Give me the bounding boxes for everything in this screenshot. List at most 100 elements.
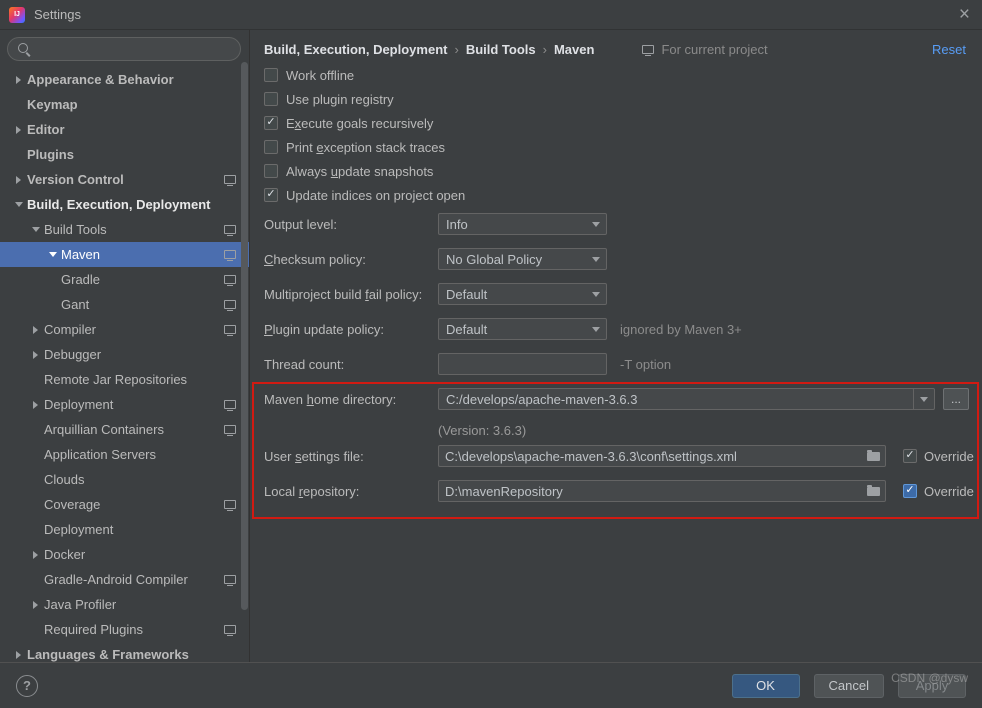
chevron-down-icon[interactable]: [913, 389, 934, 409]
sidebar-item-coverage[interactable]: Coverage: [0, 492, 249, 517]
checkbox-box-icon[interactable]: ✓: [264, 188, 278, 202]
help-icon[interactable]: ?: [16, 674, 38, 697]
chevron-down-icon[interactable]: [44, 242, 61, 267]
cancel-button[interactable]: Cancel: [813, 673, 884, 698]
sidebar-item-remote-jar-repositories[interactable]: Remote Jar Repositories: [0, 367, 249, 392]
sidebar-item-docker[interactable]: Docker: [0, 542, 249, 567]
override-checkbox-icon[interactable]: ✓: [903, 449, 917, 463]
chevron-right-icon[interactable]: [27, 392, 44, 417]
chevron-right-icon[interactable]: [10, 117, 27, 142]
dialog-footer: ? OK Cancel Apply: [0, 662, 982, 708]
breadcrumb: Build, Execution, Deployment › Build Too…: [250, 30, 982, 59]
checkbox-label: Always update snapshots: [286, 163, 434, 179]
thread-count-label: Thread count:: [264, 356, 345, 372]
breadcrumb-build-execution-deployment[interactable]: Build, Execution, Deployment: [264, 42, 447, 57]
sidebar-item-compiler[interactable]: Compiler: [0, 317, 249, 342]
breadcrumb-build-tools[interactable]: Build Tools: [466, 42, 536, 57]
override-label: Override: [924, 448, 974, 464]
checkbox-work-offline[interactable]: Work offline: [250, 63, 982, 87]
sidebar-item-gradle[interactable]: Gradle: [0, 267, 249, 292]
sidebar-item-build-tools[interactable]: Build Tools: [0, 217, 249, 242]
scope-label: For current project: [661, 41, 768, 57]
reset-link[interactable]: Reset: [932, 42, 966, 57]
thread-count-input[interactable]: [438, 353, 607, 375]
sidebar-scrollbar[interactable]: [241, 62, 248, 610]
chevron-down-icon: [586, 214, 606, 234]
checksum-policy-row: Checksum policy: No Global Policy: [250, 248, 982, 270]
chevron-down-icon: [586, 319, 606, 339]
dropdown-value: No Global Policy: [446, 251, 543, 267]
user-settings-override[interactable]: ✓ Override: [903, 449, 974, 464]
sidebar-item-deployment[interactable]: Deployment: [0, 392, 249, 417]
thread-count-row: Thread count: -T option: [250, 353, 982, 375]
sidebar-item-application-servers[interactable]: Application Servers: [0, 442, 249, 467]
scope-indicator: For current project: [642, 41, 768, 57]
monitor-icon: [224, 325, 236, 336]
sidebar-item-required-plugins[interactable]: Required Plugins: [0, 617, 249, 642]
check-icon: ✓: [266, 116, 276, 128]
check-icon: ✓: [905, 449, 915, 461]
chevron-right-icon[interactable]: [10, 67, 27, 92]
override-checkbox-icon[interactable]: ✓: [903, 484, 917, 498]
checkbox-always-update-snapshots[interactable]: Always update snapshots: [250, 159, 982, 183]
sidebar-item-languages-frameworks[interactable]: Languages & Frameworks: [0, 642, 249, 662]
chevron-right-icon[interactable]: [10, 642, 27, 662]
sidebar-item-deployment-2[interactable]: Deployment: [0, 517, 249, 542]
search-input[interactable]: [37, 41, 231, 57]
sidebar-item-editor[interactable]: Editor: [0, 117, 249, 142]
dropdown-value: Default: [446, 321, 488, 337]
checkbox-box-icon[interactable]: ✓: [264, 116, 278, 130]
sidebar-item-gradle-android-compiler[interactable]: Gradle-Android Compiler: [0, 567, 249, 592]
local-repository-label: Local repository:: [264, 483, 360, 499]
chevron-right-icon[interactable]: [27, 342, 44, 367]
monitor-icon: [224, 300, 236, 311]
sidebar-item-java-profiler[interactable]: Java Profiler: [0, 592, 249, 617]
checkbox-print-exception-stack-traces[interactable]: Print exception stack traces: [250, 135, 982, 159]
fail-policy-dropdown[interactable]: Default: [438, 283, 607, 305]
checkbox-box-icon[interactable]: [264, 140, 278, 154]
chevron-right-icon[interactable]: [27, 317, 44, 342]
ok-button[interactable]: OK: [731, 673, 800, 698]
maven-home-combobox[interactable]: C:/develops/apache-maven-3.6.3: [438, 388, 935, 410]
monitor-icon: [224, 425, 236, 436]
checkbox-box-icon[interactable]: [264, 92, 278, 106]
browse-button[interactable]: ...: [943, 388, 969, 410]
search-box[interactable]: [7, 37, 241, 61]
local-repository-input[interactable]: [438, 480, 886, 502]
chevron-down-icon[interactable]: [10, 192, 27, 217]
sidebar-item-clouds[interactable]: Clouds: [0, 467, 249, 492]
monitor-icon: [224, 250, 236, 261]
sidebar-item-appearance-behavior[interactable]: Appearance & Behavior: [0, 67, 249, 92]
checkbox-box-icon[interactable]: [264, 164, 278, 178]
sidebar-item-maven[interactable]: Maven: [0, 242, 249, 267]
checkbox-use-plugin-registry[interactable]: Use plugin registry: [250, 87, 982, 111]
output-level-dropdown[interactable]: Info: [438, 213, 607, 235]
chevron-right-icon[interactable]: [10, 167, 27, 192]
sidebar-item-keymap[interactable]: Keymap: [0, 92, 249, 117]
monitor-icon: [224, 575, 236, 586]
sidebar-item-gant[interactable]: Gant: [0, 292, 249, 317]
checkbox-execute-goals-recursively[interactable]: ✓ Execute goals recursively: [250, 111, 982, 135]
checksum-policy-dropdown[interactable]: No Global Policy: [438, 248, 607, 270]
chevron-right-icon[interactable]: [27, 542, 44, 567]
checkbox-box-icon[interactable]: [264, 68, 278, 82]
chevron-right-icon[interactable]: [27, 592, 44, 617]
sidebar-item-arquillian-containers[interactable]: Arquillian Containers: [0, 417, 249, 442]
folder-icon[interactable]: [867, 450, 880, 461]
folder-icon[interactable]: [867, 485, 880, 496]
chevron-down-icon[interactable]: [27, 217, 44, 242]
sidebar-item-plugins[interactable]: Plugins: [0, 142, 249, 167]
sidebar-item-version-control[interactable]: Version Control: [0, 167, 249, 192]
thread-count-hint: -T option: [620, 356, 672, 372]
sidebar-item-build-execution-deployment[interactable]: Build, Execution, Deployment: [0, 192, 249, 217]
sidebar-item-debugger[interactable]: Debugger: [0, 342, 249, 367]
plugin-update-policy-dropdown[interactable]: Default: [438, 318, 607, 340]
titlebar: IJ Settings ×: [0, 0, 982, 30]
close-icon[interactable]: ×: [959, 5, 970, 24]
local-repository-override[interactable]: ✓ Override: [903, 484, 974, 499]
fail-policy-row: Multiproject build fail policy: Default: [250, 283, 982, 305]
checkbox-update-indices-on-project-open[interactable]: ✓ Update indices on project open: [250, 183, 982, 207]
user-settings-file-input[interactable]: [438, 445, 886, 467]
user-settings-field: [438, 445, 886, 467]
apply-button[interactable]: Apply: [898, 673, 966, 698]
